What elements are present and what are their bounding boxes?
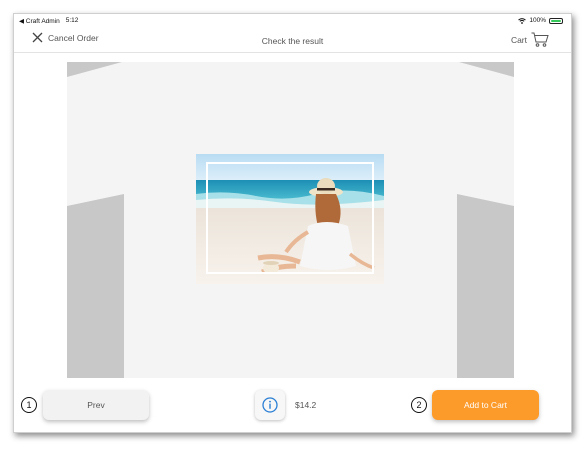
product-preview (67, 62, 514, 378)
step-2-badge: 2 (411, 397, 427, 413)
back-to-app-link[interactable]: ◀ Craft Admin (19, 17, 60, 25)
app-window: ◀ Craft Admin 5:12 100% Cancel Order Che… (13, 13, 572, 433)
battery-icon (549, 17, 563, 24)
cart-label: Cart (510, 34, 527, 45)
cart-icon (531, 32, 549, 47)
shirt-shoulder-left (67, 62, 122, 77)
battery-percent: 100% (529, 17, 546, 24)
info-button[interactable] (255, 390, 285, 420)
status-bar: ◀ Craft Admin 5:12 100% (14, 14, 571, 26)
shirt-shoulder-right (459, 62, 514, 77)
shirt-sleeve-right (457, 194, 514, 378)
print-area-frame (206, 162, 374, 274)
add-to-cart-button[interactable]: Add to Cart (432, 390, 539, 420)
step-1-badge: 1 (21, 397, 37, 413)
info-icon (262, 397, 278, 413)
shirt-sleeve-left (67, 194, 124, 378)
cart-button[interactable]: Cart (511, 32, 549, 47)
page-title: Check the result (261, 36, 324, 46)
price-label: $14.2 (295, 400, 317, 410)
wifi-icon (518, 17, 527, 24)
status-time: 5:12 (65, 17, 79, 24)
nav-bar: Cancel Order Check the result Cart (14, 28, 571, 53)
prev-button[interactable]: Prev (43, 390, 149, 420)
